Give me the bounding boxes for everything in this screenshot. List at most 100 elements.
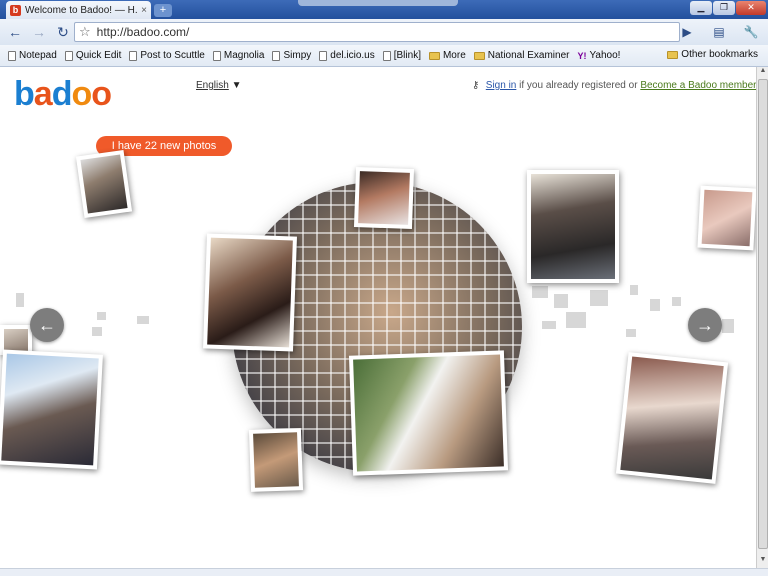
bookmark-blink[interactable]: [Blink]: [379, 50, 425, 61]
browser-toolbar: ← → ↻ ☆ http://badoo.com/ ▶ ▤ 🔧: [0, 19, 768, 45]
bookmark-post-to-scuttle[interactable]: Post to Scuttle: [125, 50, 208, 61]
folder-icon: [428, 51, 440, 60]
forward-button[interactable]: →: [28, 22, 50, 42]
language-label: English: [196, 80, 229, 91]
folder-icon: [667, 50, 679, 59]
bookmark-simpy[interactable]: Simpy: [268, 50, 315, 61]
bookmark-label: [Blink]: [393, 50, 421, 61]
tabstrip-handle: [298, 0, 458, 6]
vertical-scrollbar[interactable]: ▲ ▼: [756, 67, 768, 568]
badoo-favicon-icon: b: [10, 4, 21, 16]
minimize-button[interactable]: ▁: [690, 1, 712, 15]
tab-strip: b Welcome to Badoo! — H... × + ▁ ❐ ✕: [0, 0, 768, 19]
floating-tile: [16, 293, 24, 307]
tab-close-icon[interactable]: ×: [141, 5, 147, 16]
floating-tile: [626, 329, 636, 337]
bookmark-label: Simpy: [283, 50, 312, 61]
page-icon: [319, 50, 328, 61]
logo-letter: a: [33, 75, 53, 113]
bookmark-label: More: [442, 50, 466, 61]
back-button[interactable]: ←: [4, 22, 26, 42]
logo-letter: b: [14, 75, 35, 113]
tab-title: Welcome to Badoo! — H...: [25, 4, 138, 16]
floating-tile: [630, 285, 638, 295]
profile-photo[interactable]: [248, 428, 304, 492]
maximize-button[interactable]: ❐: [713, 1, 735, 15]
floating-tile: [137, 316, 149, 324]
become-member-link[interactable]: Become a Badoo member: [640, 80, 756, 91]
logo-letter: d: [51, 75, 73, 113]
go-icon[interactable]: ▶: [674, 23, 700, 41]
next-arrow-button[interactable]: →: [688, 308, 722, 342]
floating-tile: [590, 290, 608, 306]
bookmark-label: Quick Edit: [75, 50, 122, 61]
bookmark-star-icon[interactable]: ☆: [79, 24, 91, 40]
status-bar: [0, 568, 768, 576]
bookmark-delicious[interactable]: del.icio.us: [315, 50, 378, 61]
bookmark-magnolia[interactable]: Magnolia: [209, 50, 269, 61]
bookmark-label: del.icio.us: [330, 50, 375, 61]
scroll-up-icon[interactable]: ▲: [758, 67, 768, 79]
browser-tab[interactable]: b Welcome to Badoo! — H... ×: [6, 1, 151, 19]
page-icon: [129, 50, 138, 61]
bookmark-notepad[interactable]: Notepad: [4, 50, 61, 61]
page-menu-icon[interactable]: ▤: [706, 23, 732, 41]
profile-photo[interactable]: [0, 349, 103, 470]
folder-icon: [473, 51, 485, 60]
yahoo-icon: Y!: [577, 50, 587, 61]
bookmarks-bar: Notepad Quick Edit Post to Scuttle Magno…: [0, 45, 768, 67]
scroll-thumb[interactable]: [758, 79, 768, 549]
url-text[interactable]: http://badoo.com/: [97, 25, 190, 39]
new-tab-button[interactable]: +: [154, 4, 172, 17]
reload-button[interactable]: ↻: [52, 22, 74, 42]
floating-tile: [722, 319, 734, 333]
logo-letter: o: [71, 75, 92, 113]
signin-text: if you already registered or: [516, 80, 641, 91]
profile-photo[interactable]: [348, 350, 509, 476]
page-icon: [272, 50, 281, 61]
floating-tile: [554, 294, 568, 308]
bookmark-label: Magnolia: [223, 50, 265, 61]
profile-photo[interactable]: [697, 185, 756, 251]
profile-photo[interactable]: [353, 167, 415, 229]
bookmark-label: Other bookmarks: [681, 49, 758, 60]
page-icon: [64, 50, 73, 61]
floating-tile: [532, 286, 548, 298]
floating-tile: [97, 312, 106, 320]
profile-photo[interactable]: [527, 170, 619, 283]
signin-bar: ⚷ Sign in if you already registered or B…: [472, 80, 756, 91]
page-icon: [382, 50, 391, 61]
profile-photo[interactable]: [615, 352, 729, 484]
floating-tile: [650, 299, 660, 311]
bookmark-folder-more[interactable]: More: [425, 50, 470, 61]
badoo-logo[interactable]: badoo: [14, 75, 112, 113]
bookmark-label: National Examiner: [487, 50, 570, 61]
floating-tile: [672, 297, 681, 306]
close-window-button[interactable]: ✕: [736, 1, 766, 15]
key-icon: ⚷: [472, 80, 480, 91]
profile-photo[interactable]: [203, 233, 297, 352]
bookmark-folder-national-examiner[interactable]: National Examiner: [470, 50, 574, 61]
other-bookmarks[interactable]: Other bookmarks: [663, 49, 762, 60]
scroll-down-icon[interactable]: ▼: [758, 556, 768, 568]
wrench-menu-icon[interactable]: 🔧: [738, 23, 764, 41]
page-content: badoo English ▼ ⚷ Sign in if you already…: [0, 67, 756, 568]
bookmark-label: Post to Scuttle: [140, 50, 205, 61]
floating-tile: [542, 321, 556, 329]
floating-tile: [566, 312, 586, 328]
floating-tile: [92, 327, 102, 336]
address-bar[interactable]: ☆ http://badoo.com/: [74, 22, 680, 42]
bookmark-yahoo[interactable]: Y! Yahoo!: [573, 50, 624, 61]
chevron-down-icon: ▼: [231, 80, 242, 91]
bookmark-label: Yahoo!: [589, 50, 621, 61]
bookmark-quick-edit[interactable]: Quick Edit: [61, 50, 126, 61]
language-selector[interactable]: English ▼: [196, 80, 242, 91]
page-icon: [8, 50, 16, 61]
logo-letter: o: [91, 75, 112, 113]
profile-photo[interactable]: [75, 149, 133, 219]
bookmark-label: Notepad: [19, 50, 57, 61]
page-icon: [212, 50, 221, 61]
window-controls: ▁ ❐ ✕: [690, 1, 766, 15]
sign-in-link[interactable]: Sign in: [486, 80, 517, 91]
previous-arrow-button[interactable]: ←: [30, 308, 64, 342]
